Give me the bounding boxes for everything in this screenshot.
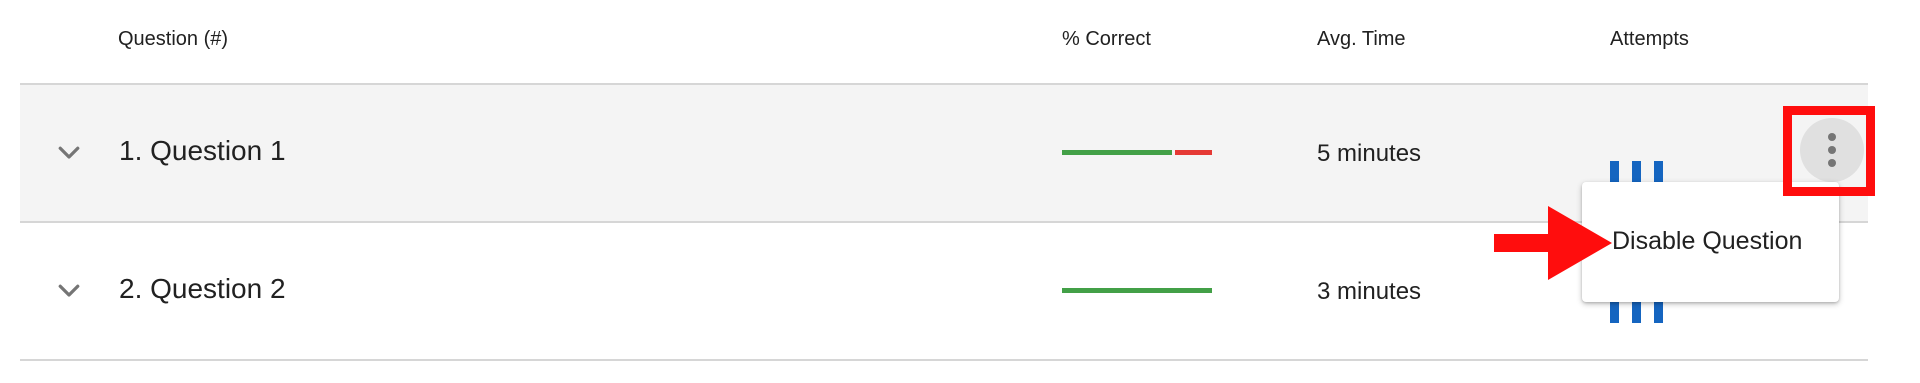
- percent-correct-bar: [1062, 288, 1212, 293]
- column-header-question[interactable]: Question (#): [118, 28, 228, 51]
- avg-time: 5 minutes: [1317, 140, 1422, 167]
- correct-segment: [1062, 150, 1172, 155]
- column-header-avg-time[interactable]: Avg. Time: [1317, 28, 1406, 51]
- row-divider: [20, 359, 1868, 361]
- incorrect-segment: [1175, 150, 1212, 155]
- chevron-down-icon[interactable]: [54, 137, 84, 167]
- arrow-right-icon: [1494, 206, 1614, 280]
- annotation-highlight-box: [1783, 106, 1875, 196]
- context-menu: Disable Question: [1582, 182, 1839, 302]
- disable-question-menu-item[interactable]: Disable Question: [1612, 227, 1802, 256]
- avg-time: 3 minutes: [1317, 278, 1422, 305]
- chevron-down-icon[interactable]: [54, 275, 84, 305]
- column-header-attempts[interactable]: Attempts: [1610, 28, 1689, 51]
- correct-segment: [1062, 288, 1212, 293]
- percent-correct-bar: [1062, 150, 1212, 155]
- table-header: Question (#) % Correct Avg. Time Attempt…: [0, 0, 1920, 84]
- question-title: 1. Question 1: [119, 135, 286, 166]
- column-header-percent-correct[interactable]: % Correct: [1062, 28, 1151, 51]
- question-title: 2. Question 2: [119, 273, 286, 304]
